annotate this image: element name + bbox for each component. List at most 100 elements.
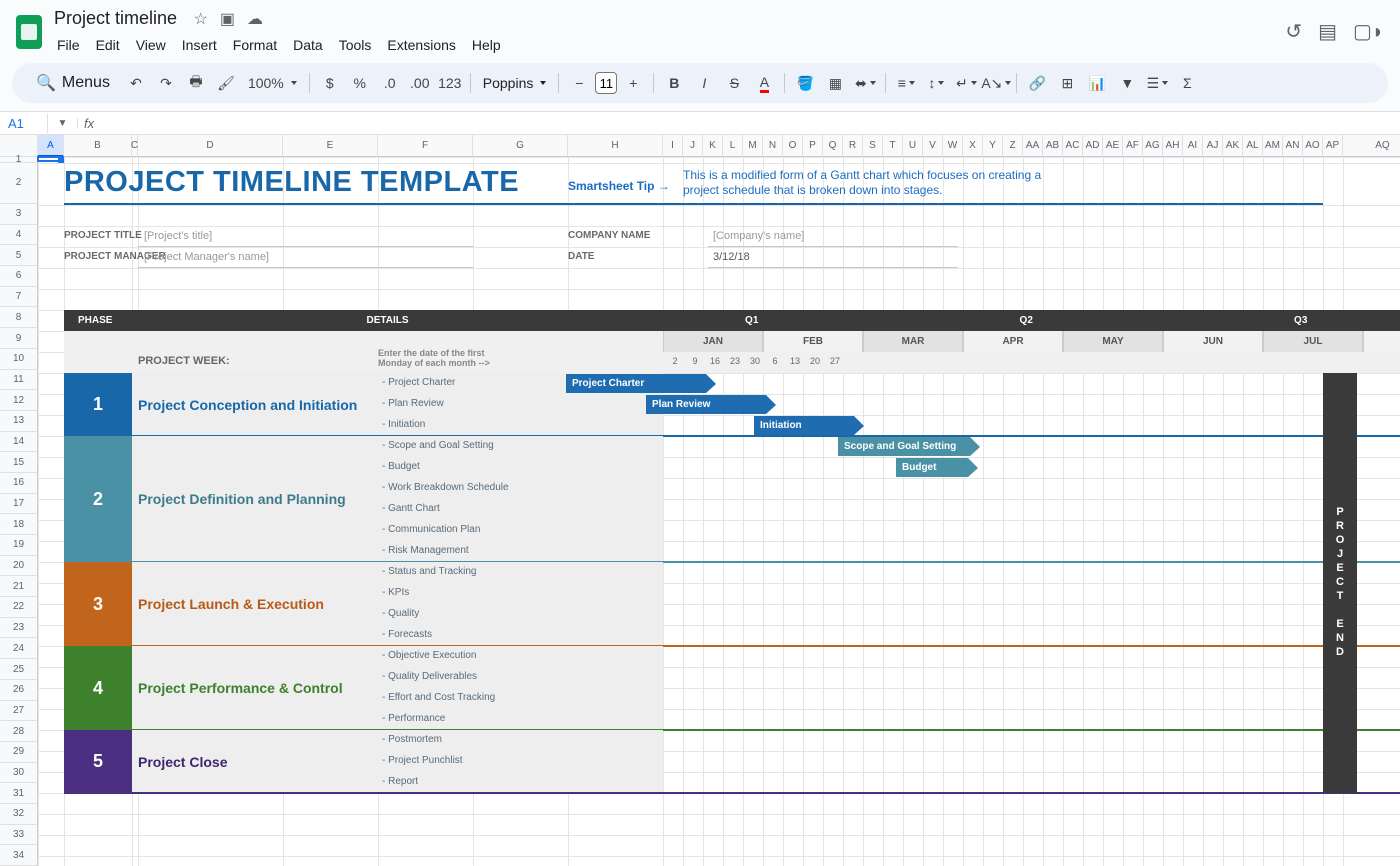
row-header-19[interactable]: 19 — [0, 535, 38, 556]
row-header-6[interactable]: 6 — [0, 266, 38, 287]
col-header-AH[interactable]: AH — [1163, 135, 1183, 157]
col-header-V[interactable]: V — [923, 135, 943, 157]
rotate-button[interactable]: A↘ — [982, 69, 1010, 97]
col-header-Z[interactable]: Z — [1003, 135, 1023, 157]
row-header-3[interactable]: 3 — [0, 204, 38, 225]
col-header-AB[interactable]: AB — [1043, 135, 1063, 157]
col-header-AI[interactable]: AI — [1183, 135, 1203, 157]
filter-button[interactable]: ▼ — [1113, 69, 1141, 97]
col-header-R[interactable]: R — [843, 135, 863, 157]
menu-data[interactable]: Data — [286, 33, 330, 57]
col-header-AM[interactable]: AM — [1263, 135, 1283, 157]
font-size-inc[interactable]: + — [619, 69, 647, 97]
row-header-25[interactable]: 25 — [0, 659, 38, 680]
menu-view[interactable]: View — [129, 33, 173, 57]
font-dropdown[interactable]: Poppins — [477, 73, 553, 93]
col-header-U[interactable]: U — [903, 135, 923, 157]
row-header-9[interactable]: 9 — [0, 328, 38, 349]
row-header-33[interactable]: 33 — [0, 825, 38, 846]
smartsheet-tip-link[interactable]: Smartsheet Tip → — [568, 179, 683, 199]
italic-button[interactable]: I — [690, 69, 718, 97]
row-header-29[interactable]: 29 — [0, 742, 38, 763]
row-header-20[interactable]: 20 — [0, 556, 38, 577]
comment-button[interactable]: ⊞ — [1053, 69, 1081, 97]
col-header-AK[interactable]: AK — [1223, 135, 1243, 157]
cloud-icon[interactable]: ☁ — [247, 9, 263, 29]
col-header-AD[interactable]: AD — [1083, 135, 1103, 157]
name-box[interactable]: A1 — [0, 114, 48, 133]
row-header-18[interactable]: 18 — [0, 514, 38, 535]
col-header-AQ[interactable]: AQ — [1343, 135, 1400, 157]
text-color-button[interactable]: A — [750, 69, 778, 97]
col-header-A[interactable]: A — [38, 135, 64, 157]
col-header-I[interactable]: I — [663, 135, 683, 157]
project-title-value[interactable]: [Project's title] — [144, 230, 212, 242]
filter-views-button[interactable]: ☰ — [1143, 69, 1171, 97]
col-header-AO[interactable]: AO — [1303, 135, 1323, 157]
col-header-AP[interactable]: AP — [1323, 135, 1343, 157]
col-header-L[interactable]: L — [723, 135, 743, 157]
undo-button[interactable]: ↶ — [122, 69, 150, 97]
row-header-15[interactable]: 15 — [0, 452, 38, 473]
menu-tools[interactable]: Tools — [332, 33, 379, 57]
menus-search[interactable]: 🔍 Menus — [26, 69, 120, 97]
col-header-P[interactable]: P — [803, 135, 823, 157]
doc-title[interactable]: Project timeline — [50, 6, 181, 31]
row-header-31[interactable]: 31 — [0, 783, 38, 804]
row-header-23[interactable]: 23 — [0, 618, 38, 639]
col-header-B[interactable]: B — [64, 135, 132, 157]
merge-button[interactable]: ⬌ — [851, 69, 879, 97]
col-header-E[interactable]: E — [283, 135, 378, 157]
row-header-14[interactable]: 14 — [0, 432, 38, 453]
col-header-X[interactable]: X — [963, 135, 983, 157]
fill-color-button[interactable]: 🪣 — [791, 69, 819, 97]
row-header-22[interactable]: 22 — [0, 597, 38, 618]
row-header-17[interactable]: 17 — [0, 494, 38, 515]
row-header-13[interactable]: 13 — [0, 411, 38, 432]
meet-icon[interactable]: ▢◗ — [1353, 19, 1384, 44]
menu-format[interactable]: Format — [226, 33, 284, 57]
formula-input[interactable] — [100, 114, 1400, 133]
col-header-Y[interactable]: Y — [983, 135, 1003, 157]
comment-icon[interactable]: ▤ — [1318, 19, 1337, 44]
menu-edit[interactable]: Edit — [89, 33, 127, 57]
font-size-input[interactable] — [595, 72, 617, 94]
col-header-S[interactable]: S — [863, 135, 883, 157]
row-header-4[interactable]: 4 — [0, 225, 38, 246]
increase-decimal-button[interactable]: .00 — [406, 69, 434, 97]
sheets-logo[interactable] — [16, 15, 42, 49]
move-icon[interactable]: ▣ — [220, 9, 235, 29]
col-header-AC[interactable]: AC — [1063, 135, 1083, 157]
col-header-AE[interactable]: AE — [1103, 135, 1123, 157]
menu-file[interactable]: File — [50, 33, 87, 57]
col-header-AF[interactable]: AF — [1123, 135, 1143, 157]
menu-insert[interactable]: Insert — [175, 33, 224, 57]
chart-button[interactable]: 📊 — [1083, 69, 1111, 97]
zoom-dropdown[interactable]: 100% — [242, 73, 303, 93]
col-header-T[interactable]: T — [883, 135, 903, 157]
row-header-7[interactable]: 7 — [0, 287, 38, 308]
menu-extensions[interactable]: Extensions — [380, 33, 462, 57]
col-header-D[interactable]: D — [138, 135, 283, 157]
bold-button[interactable]: B — [660, 69, 688, 97]
col-header-AL[interactable]: AL — [1243, 135, 1263, 157]
date-value[interactable]: 3/12/18 — [713, 251, 750, 263]
row-header-8[interactable]: 8 — [0, 307, 38, 328]
font-size-dec[interactable]: − — [565, 69, 593, 97]
row-header-28[interactable]: 28 — [0, 721, 38, 742]
currency-button[interactable]: $ — [316, 69, 344, 97]
company-value[interactable]: [Company's name] — [713, 230, 804, 242]
project-manager-value[interactable]: [Project Manager's name] — [144, 251, 269, 263]
valign-button[interactable]: ↕ — [922, 69, 950, 97]
history-icon[interactable]: ↺ — [1285, 19, 1302, 44]
decrease-decimal-button[interactable]: .0 — [376, 69, 404, 97]
col-header-Q[interactable]: Q — [823, 135, 843, 157]
link-button[interactable]: 🔗 — [1023, 69, 1051, 97]
print-button[interactable]: 🖶 — [182, 69, 210, 97]
paint-format-button[interactable]: 🖌 — [212, 69, 240, 97]
percent-button[interactable]: % — [346, 69, 374, 97]
col-header-M[interactable]: M — [743, 135, 763, 157]
row-header-34[interactable]: 34 — [0, 845, 38, 866]
row-header-12[interactable]: 12 — [0, 390, 38, 411]
row-header-26[interactable]: 26 — [0, 680, 38, 701]
